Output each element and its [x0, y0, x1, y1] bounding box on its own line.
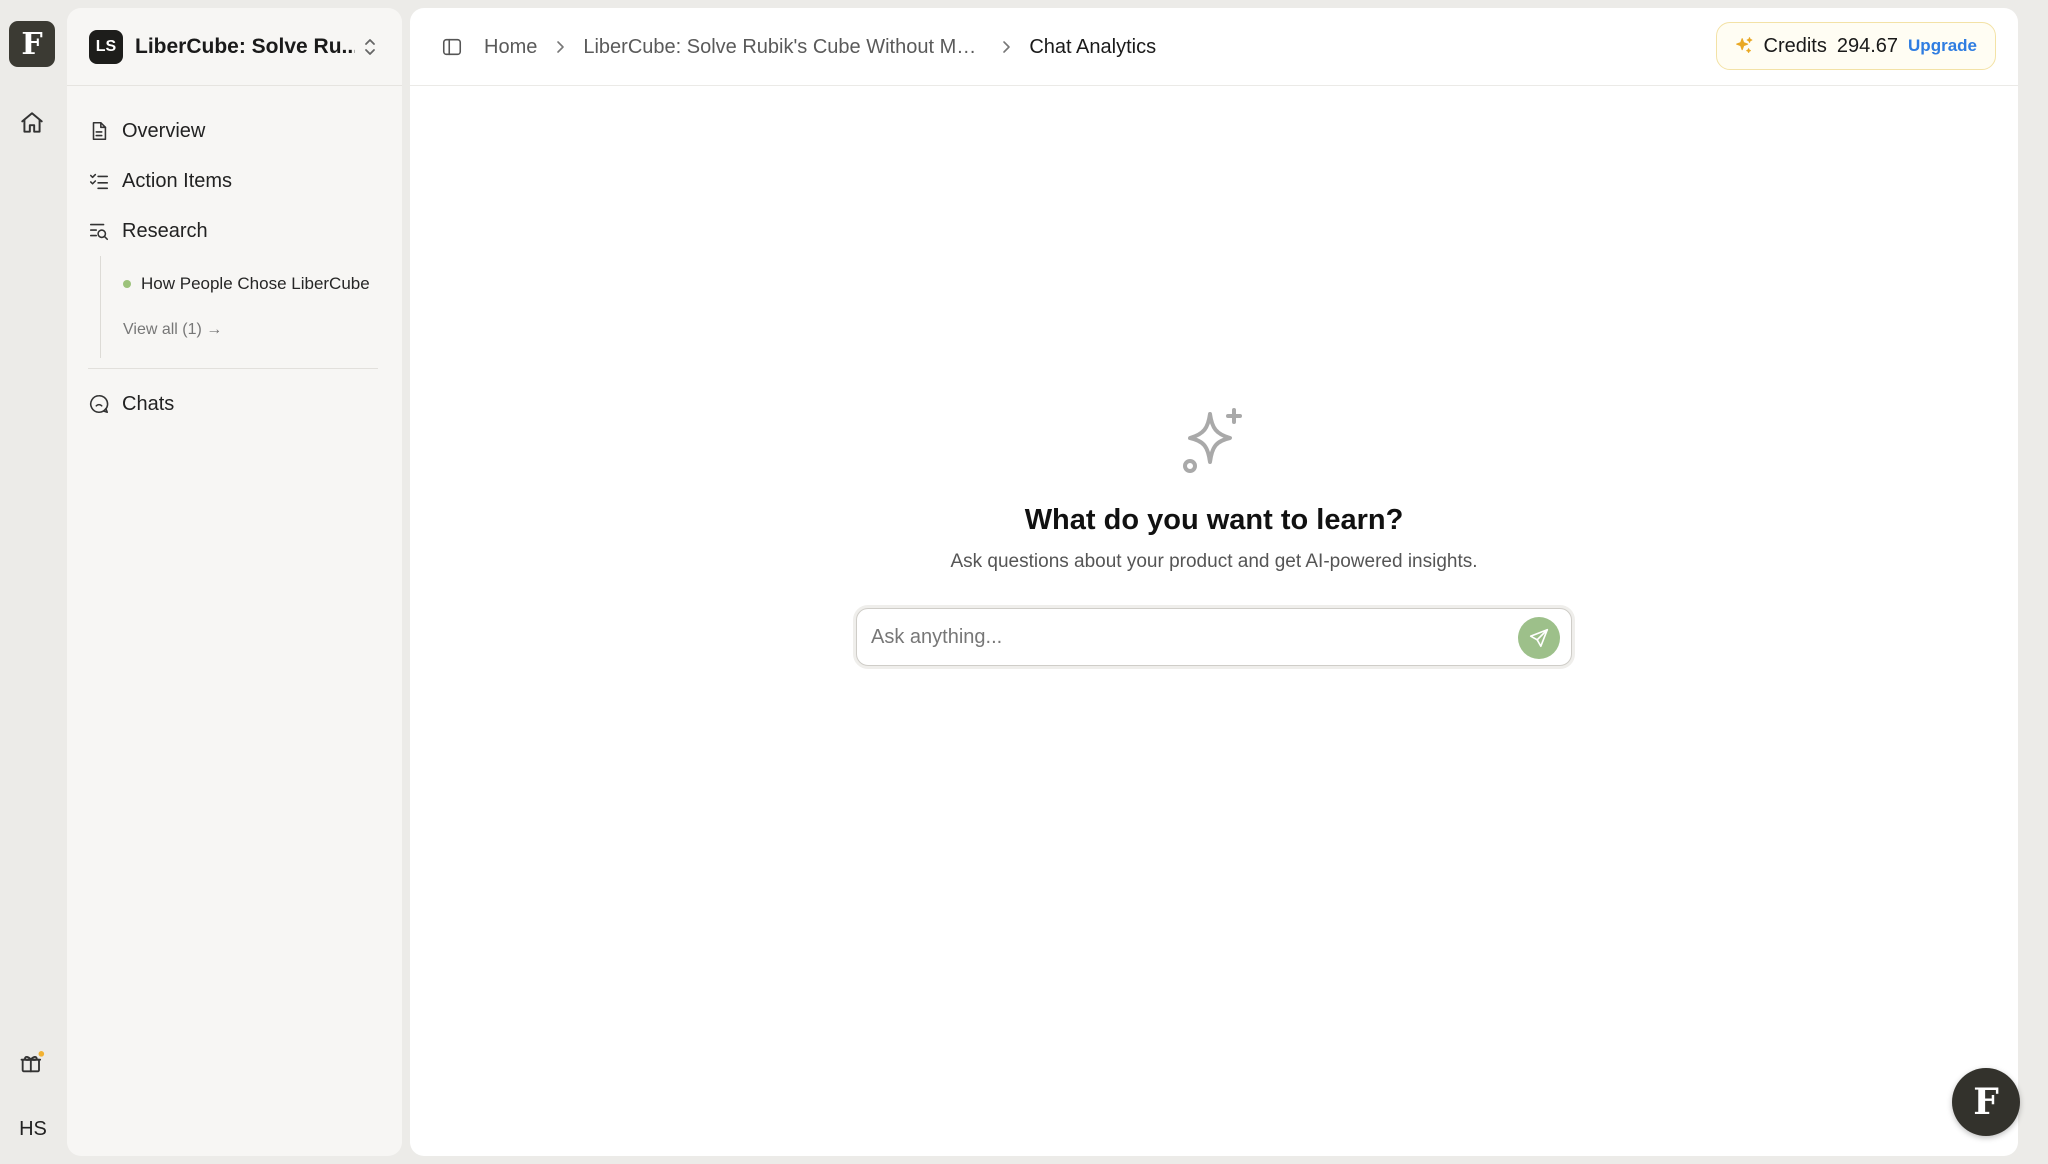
credits-value: 294.67	[1836, 34, 1899, 57]
app-root: F HS LS LiberCube: Solve Ru... Overview	[0, 0, 2048, 1164]
help-fab[interactable]: F	[1952, 1068, 2020, 1136]
gift-icon[interactable]	[18, 1048, 46, 1076]
empty-title: What do you want to learn?	[1024, 504, 1404, 536]
main-panel: Home LiberCube: Solve Rubik's Cube Witho…	[410, 8, 2018, 1156]
chevron-right-icon	[557, 41, 565, 53]
ask-box	[856, 608, 1572, 666]
view-all-link[interactable]: View all (1) →	[123, 308, 388, 352]
chat-icon	[90, 394, 109, 414]
chevron-up-down-icon	[365, 39, 375, 55]
sparkle-icon	[1183, 408, 1242, 473]
sidebar-nav: Overview Action Items Research How Peopl…	[88, 106, 388, 429]
sidebar-item-label: Chats	[122, 392, 175, 415]
user-avatar[interactable]: HS	[0, 1118, 66, 1141]
breadcrumb-project[interactable]: LiberCube: Solve Rubik's Cube Without Me…	[583, 36, 983, 59]
ask-input[interactable]	[871, 619, 1491, 655]
sidebar-item-action-items[interactable]: Action Items	[88, 156, 388, 206]
document-icon	[92, 121, 107, 141]
app-logo[interactable]: F	[9, 21, 55, 67]
upgrade-link[interactable]: Upgrade	[1908, 36, 1977, 56]
empty-state: What do you want to learn? Ask questions…	[410, 406, 2018, 573]
sidebar-item-chats[interactable]: Chats	[88, 379, 388, 429]
sidebar-item-label: Overview	[122, 119, 206, 142]
breadcrumb-current: Chat Analytics	[1029, 35, 1157, 58]
chevron-right-icon	[1003, 41, 1011, 53]
breadcrumb: Home LiberCube: Solve Rubik's Cube Witho…	[484, 8, 1156, 86]
breadcrumb-home[interactable]: Home	[484, 36, 537, 59]
research-sublist: How People Chose LiberCube View all (1) …	[100, 256, 388, 358]
home-icon[interactable]	[19, 110, 45, 136]
send-button[interactable]	[1518, 617, 1560, 659]
left-rail: F HS	[0, 0, 66, 1164]
status-dot	[123, 280, 131, 288]
research-item[interactable]: How People Chose LiberCube	[123, 260, 388, 308]
research-item-label: How People Chose LiberCube	[141, 274, 370, 293]
project-name: LiberCube: Solve Ru...	[135, 34, 355, 58]
sidebar-item-research[interactable]: Research	[88, 206, 388, 256]
sidebar-item-label: Research	[122, 219, 208, 242]
sidebar-toggle-icon[interactable]	[441, 36, 463, 58]
search-list-icon	[89, 223, 109, 241]
sidebar-divider	[88, 368, 378, 369]
project-badge: LS	[89, 29, 123, 64]
send-icon	[1529, 628, 1549, 648]
sidebar: LS LiberCube: Solve Ru... Overview Actio…	[67, 8, 402, 1156]
sidebar-item-label: Action Items	[122, 169, 233, 192]
credits-badge: Credits 294.67 Upgrade	[1715, 22, 1996, 70]
credits-label: Credits	[1763, 34, 1827, 57]
sidebar-item-overview[interactable]: Overview	[88, 106, 388, 156]
project-switcher[interactable]: LS LiberCube: Solve Ru...	[67, 8, 402, 86]
topbar: Home LiberCube: Solve Rubik's Cube Witho…	[410, 8, 2018, 86]
sparkles-icon	[1735, 37, 1752, 53]
empty-subtitle: Ask questions about your product and get…	[950, 551, 1478, 572]
checklist-icon	[89, 173, 109, 190]
